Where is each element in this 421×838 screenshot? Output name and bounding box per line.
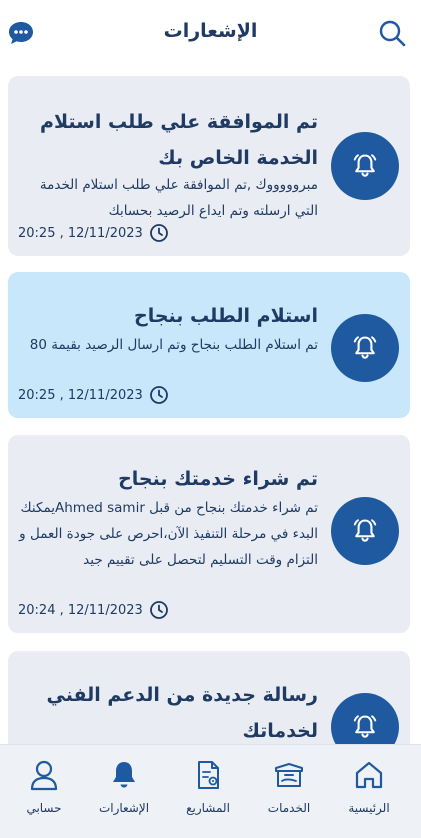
notification-title: رسالة جديدة من الدعم الفني لخدماتك (46, 684, 318, 742)
nav-label: المشاريع (186, 801, 230, 815)
nav-item-profile[interactable]: حسابي (4, 757, 84, 815)
bell-icon (353, 519, 377, 542)
notification-body: تم شراء خدمتك بنجاح من قبل Ahmed samirيم… (19, 500, 318, 568)
notification-card[interactable]: رسالة جديدة من الدعم الفني لخدماتك (8, 651, 410, 744)
notification-time-text: 20:25 , 12/11/2023 (18, 387, 143, 403)
notifications-bell-icon (113, 762, 135, 788)
notification-title: تم الموافقة علي طلب استلام الخدمة الخاص … (40, 111, 318, 169)
page-title: الإشعارات (163, 20, 258, 42)
bottom-navigation: الرئيسية الخدمات المشاريع الإشعارات حساب… (0, 744, 421, 838)
notification-bell-badge (331, 693, 399, 744)
chat-icon (9, 22, 33, 44)
notification-time: 20:25 , 12/11/2023 (18, 384, 169, 406)
nav-label: الرئيسية (348, 801, 390, 815)
nav-item-services[interactable]: الخدمات (249, 757, 329, 815)
notification-card[interactable]: تم الموافقة علي طلب استلام الخدمة الخاص … (8, 76, 410, 256)
notification-bell-badge (331, 314, 399, 382)
projects-document-icon (198, 761, 219, 789)
nav-item-notifications[interactable]: الإشعارات (84, 757, 164, 815)
notification-time: 20:24 , 12/11/2023 (18, 599, 169, 621)
notification-bell-badge (331, 132, 399, 200)
app-header: الإشعارات (0, 0, 421, 68)
bell-icon (353, 336, 377, 359)
clock-icon (149, 386, 168, 404)
notification-title: تم شراء خدمتك بنجاح (118, 468, 318, 490)
notifications-list[interactable]: تم الموافقة علي طلب استلام الخدمة الخاص … (0, 68, 421, 744)
notification-time: 20:25 , 12/11/2023 (18, 222, 169, 244)
nav-label: الخدمات (267, 801, 311, 815)
notification-body: مبروووووك ,تم الموافقة علي طلب استلام ال… (39, 177, 318, 219)
notification-time-text: 20:24 , 12/11/2023 (18, 602, 143, 618)
nav-label: الإشعارات (98, 801, 150, 815)
chat-button[interactable] (6, 18, 36, 48)
notification-title: استلام الطلب بنجاح (134, 305, 318, 327)
bell-icon (353, 715, 377, 738)
notification-time-text: 20:25 , 12/11/2023 (18, 225, 143, 241)
clock-icon (149, 601, 168, 619)
notification-card[interactable]: تم شراء خدمتك بنجاح تم شراء خدمتك بنجاح … (8, 435, 410, 633)
profile-icon (30, 760, 58, 791)
notification-bell-badge (331, 497, 399, 565)
clock-icon (149, 224, 168, 242)
services-box-icon (275, 763, 303, 787)
notification-body: تم استلام الطلب بنجاح وتم ارسال الرصيد ب… (29, 337, 318, 353)
nav-item-projects[interactable]: المشاريع (168, 757, 248, 815)
home-icon (355, 761, 383, 789)
notification-card[interactable]: استلام الطلب بنجاح تم استلام الطلب بنجاح… (8, 272, 410, 418)
nav-item-home[interactable]: الرئيسية (329, 757, 409, 815)
bell-icon (353, 154, 377, 177)
nav-label: حسابي (26, 801, 62, 815)
